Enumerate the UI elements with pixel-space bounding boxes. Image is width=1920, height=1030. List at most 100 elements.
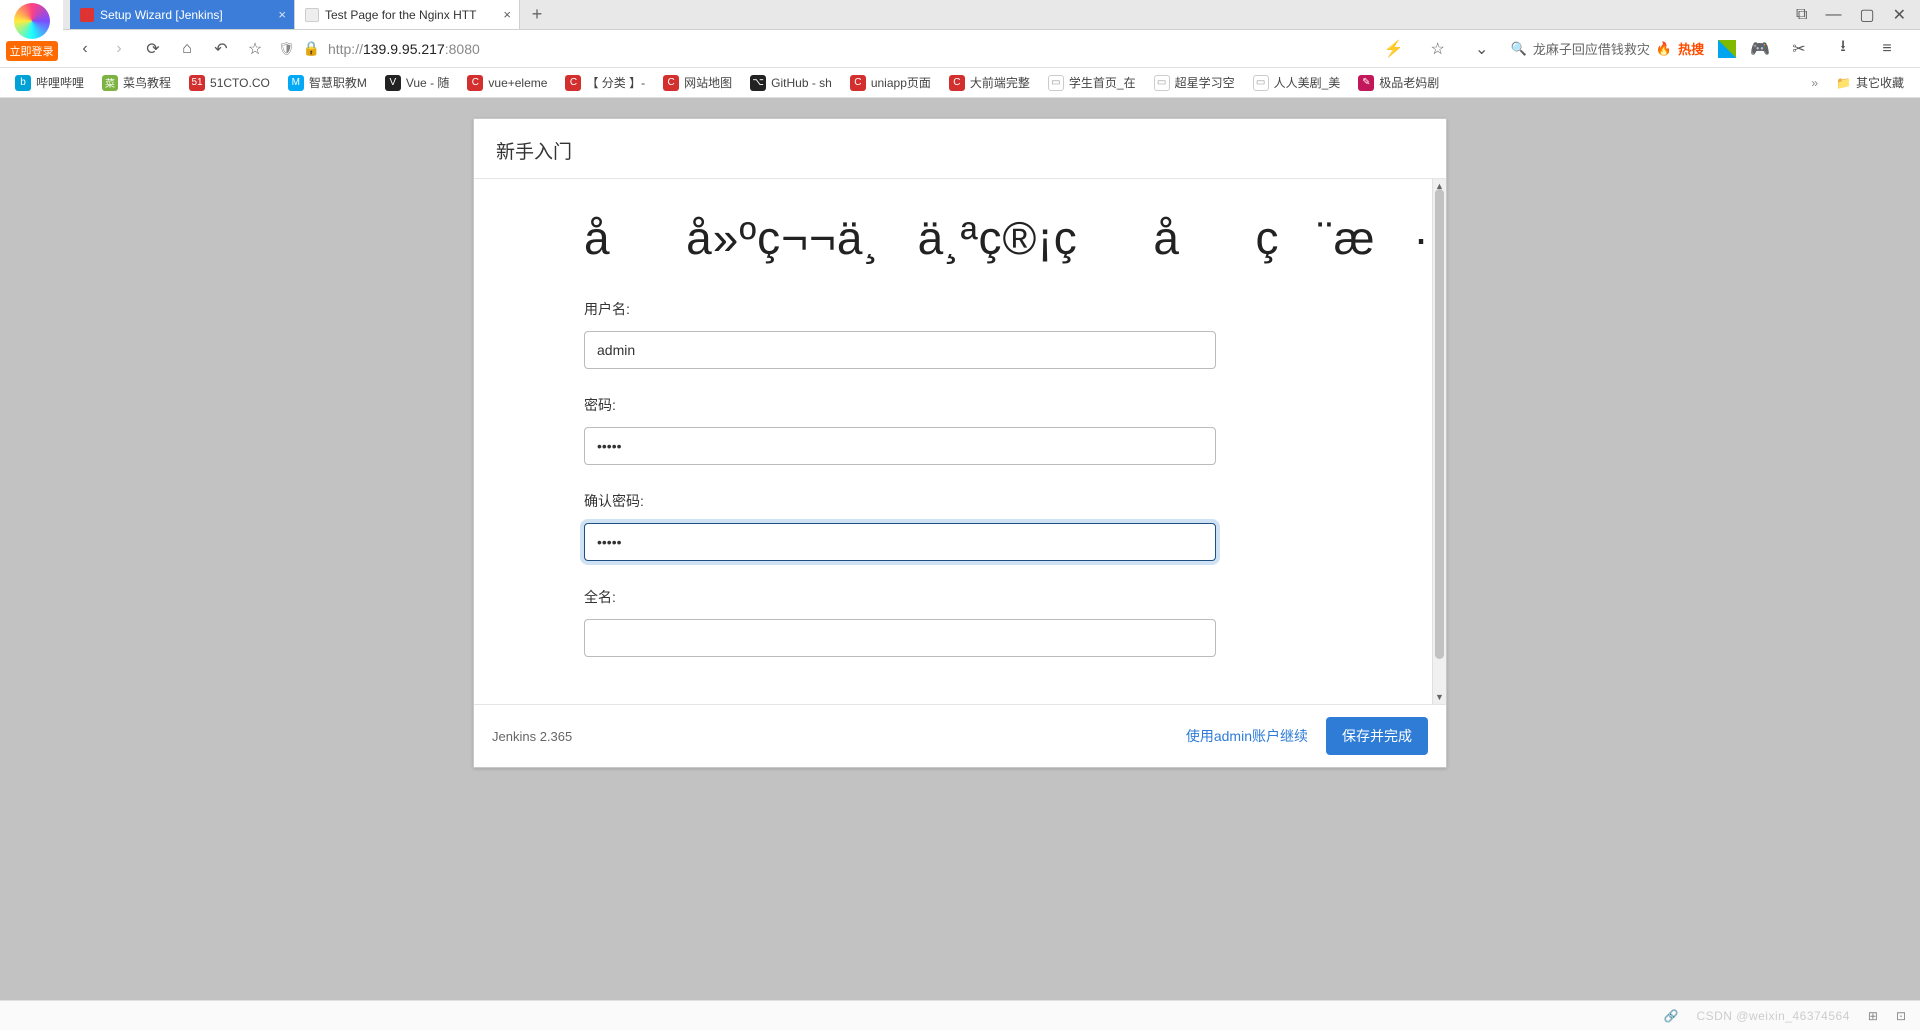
- bookmark-item[interactable]: Cvue+eleme: [460, 75, 554, 91]
- bookmark-star-button[interactable]: ☆: [240, 34, 270, 64]
- undo-button[interactable]: ↶: [206, 34, 236, 64]
- tab-strip: Setup Wizard [Jenkins] × Test Page for t…: [0, 0, 1920, 30]
- close-icon[interactable]: ×: [278, 7, 286, 22]
- confirm-password-label: 确认密码:: [584, 491, 1322, 511]
- username-input[interactable]: [584, 331, 1216, 369]
- tab-title: Test Page for the Nginx HTT: [325, 8, 476, 22]
- reload-button[interactable]: ⟳: [138, 34, 168, 64]
- fullname-input[interactable]: [584, 619, 1216, 657]
- other-bookmarks-folder[interactable]: 📁 其它收藏: [1828, 74, 1912, 91]
- modal-body: åå»ºç¬¬ä¸ä¸ªç®¡çåç¨æ· 用户名: 密码: …: [474, 179, 1432, 704]
- scroll-down-icon[interactable]: ▼: [1433, 690, 1446, 704]
- back-button[interactable]: ‹: [70, 34, 100, 64]
- shield-icon: 🛡: [278, 41, 295, 57]
- bookmark-item[interactable]: M智慧职教M: [281, 74, 374, 91]
- bookmark-label: Vue - 随: [406, 74, 450, 91]
- bookmark-item[interactable]: C大前端完整: [942, 74, 1037, 91]
- download-icon[interactable]: ⭳: [1828, 34, 1858, 64]
- close-icon[interactable]: ×: [503, 7, 511, 22]
- bookmark-label: 菜鸟教程: [123, 74, 171, 91]
- menu-icon[interactable]: ≡: [1872, 34, 1902, 64]
- window-controls: ⧉ — ▢ ✕: [1782, 0, 1920, 29]
- gamepad-icon[interactable]: 🎮: [1750, 39, 1770, 59]
- bookmark-label: 大前端完整: [970, 74, 1030, 91]
- url-scheme: http://: [328, 41, 363, 57]
- forward-button[interactable]: ›: [104, 34, 134, 64]
- jenkins-version: Jenkins 2.365: [492, 729, 572, 744]
- lock-icon: 🔒: [303, 40, 320, 57]
- bookmark-item[interactable]: VVue - 随: [378, 74, 457, 91]
- fullname-label: 全名:: [584, 587, 1322, 607]
- bookmark-label: vue+eleme: [488, 76, 547, 90]
- bookmark-item[interactable]: ✎极品老妈剧: [1351, 74, 1446, 91]
- setup-wizard-modal: 新手入门 åå»ºç¬¬ä¸ä¸ªç®¡çåç¨æ· 用户名:…: [473, 118, 1447, 768]
- save-and-finish-button[interactable]: 保存并完成: [1326, 717, 1428, 755]
- bookmark-item[interactable]: ▭学生首页_在: [1041, 74, 1143, 91]
- bookmark-label: 【 分类 】-: [586, 74, 645, 91]
- window-tile-icon[interactable]: ⊞: [1868, 1009, 1878, 1023]
- bolt-icon[interactable]: ⚡: [1379, 34, 1409, 64]
- jenkins-favicon-icon: [80, 8, 94, 22]
- link-icon[interactable]: 🔗: [1663, 1009, 1678, 1023]
- bookmark-item[interactable]: C【 分类 】-: [558, 74, 652, 91]
- bookmarks-overflow-button[interactable]: »: [1805, 76, 1824, 90]
- bookmark-label: 人人美剧_美: [1274, 74, 1341, 91]
- modal-heading: åå»ºç¬¬ä¸ä¸ªç®¡çåç¨æ·: [584, 209, 1322, 269]
- username-label: 用户名:: [584, 299, 1322, 319]
- bookmark-label: 哔哩哔哩: [36, 74, 84, 91]
- scroll-thumb[interactable]: [1435, 189, 1444, 659]
- extension-icon[interactable]: ⧉: [1796, 6, 1807, 24]
- bookmark-item[interactable]: ⌥GitHub - sh: [743, 75, 839, 91]
- folder-icon: 📁: [1836, 76, 1851, 90]
- page-favicon-icon: [305, 8, 319, 22]
- tab-title: Setup Wizard [Jenkins]: [100, 8, 223, 22]
- bookmark-label: 智慧职教M: [309, 74, 367, 91]
- bookmark-label: 51CTO.CO: [210, 76, 270, 90]
- chevron-down-icon[interactable]: ⌄: [1467, 34, 1497, 64]
- url-port: :8080: [445, 41, 480, 57]
- search-box[interactable]: 🔍 龙麻子回应借钱救灾 🔥 热搜: [1511, 39, 1704, 58]
- bookmark-item[interactable]: Cuniapp页面: [843, 74, 938, 91]
- hot-badge: 热搜: [1678, 39, 1704, 58]
- modal-scrollbar[interactable]: ▲ ▼: [1432, 179, 1446, 704]
- bookmarks-bar: b哔哩哔哩 菜菜鸟教程 5151CTO.CO M智慧职教M VVue - 随 C…: [0, 68, 1920, 98]
- new-tab-button[interactable]: +: [520, 0, 554, 29]
- maximize-button[interactable]: ▢: [1859, 5, 1874, 25]
- window-fullscreen-icon[interactable]: ⊡: [1896, 1009, 1906, 1023]
- password-input[interactable]: [584, 427, 1216, 465]
- bookmark-label: 极品老妈剧: [1379, 74, 1439, 91]
- bookmark-label: 网站地图: [684, 74, 732, 91]
- status-bar: 🔗 CSDN @weixin_46374564 ⊞ ⊡: [0, 1000, 1920, 1030]
- folder-label: 其它收藏: [1856, 74, 1904, 91]
- bookmark-label: 学生首页_在: [1069, 74, 1136, 91]
- apps-grid-icon[interactable]: [1718, 40, 1736, 58]
- bookmark-item[interactable]: 5151CTO.CO: [182, 75, 277, 91]
- url-field[interactable]: 🛡 🔒 http://139.9.95.217:8080: [274, 40, 994, 57]
- address-bar: ‹ › ⟳ ⌂ ↶ ☆ 🛡 🔒 http://139.9.95.217:8080…: [0, 30, 1920, 68]
- minimize-button[interactable]: —: [1825, 6, 1841, 24]
- bookmark-item[interactable]: C网站地图: [656, 74, 739, 91]
- password-label: 密码:: [584, 395, 1322, 415]
- star-icon[interactable]: ☆: [1423, 34, 1453, 64]
- bookmark-item[interactable]: ▭人人美剧_美: [1246, 74, 1348, 91]
- modal-header: 新手入门: [474, 119, 1446, 179]
- search-icon: 🔍: [1511, 41, 1527, 57]
- continue-as-admin-link[interactable]: 使用admin账户继续: [1186, 726, 1308, 746]
- page-content: 新手入门 åå»ºç¬¬ä¸ä¸ªç®¡çåç¨æ· 用户名:…: [0, 98, 1920, 1000]
- tab-nginx[interactable]: Test Page for the Nginx HTT ×: [295, 0, 520, 29]
- bookmark-item[interactable]: 菜菜鸟教程: [95, 74, 178, 91]
- browser-logo-panel: 立即登录: [0, 0, 63, 63]
- bookmark-label: 超星学习空: [1175, 74, 1235, 91]
- home-button[interactable]: ⌂: [172, 34, 202, 64]
- search-placeholder: 龙麻子回应借钱救灾: [1533, 39, 1650, 58]
- close-window-button[interactable]: ✕: [1893, 5, 1906, 25]
- modal-footer: Jenkins 2.365 使用admin账户继续 保存并完成: [474, 704, 1446, 767]
- url-host: 139.9.95.217: [363, 41, 445, 57]
- login-now-badge[interactable]: 立即登录: [6, 41, 58, 61]
- watermark-text: CSDN @weixin_46374564: [1696, 1009, 1849, 1023]
- bookmark-item[interactable]: b哔哩哔哩: [8, 74, 91, 91]
- scissors-icon[interactable]: ✂: [1784, 34, 1814, 64]
- tab-jenkins[interactable]: Setup Wizard [Jenkins] ×: [70, 0, 295, 29]
- confirm-password-input[interactable]: [584, 523, 1216, 561]
- bookmark-item[interactable]: ▭超星学习空: [1147, 74, 1242, 91]
